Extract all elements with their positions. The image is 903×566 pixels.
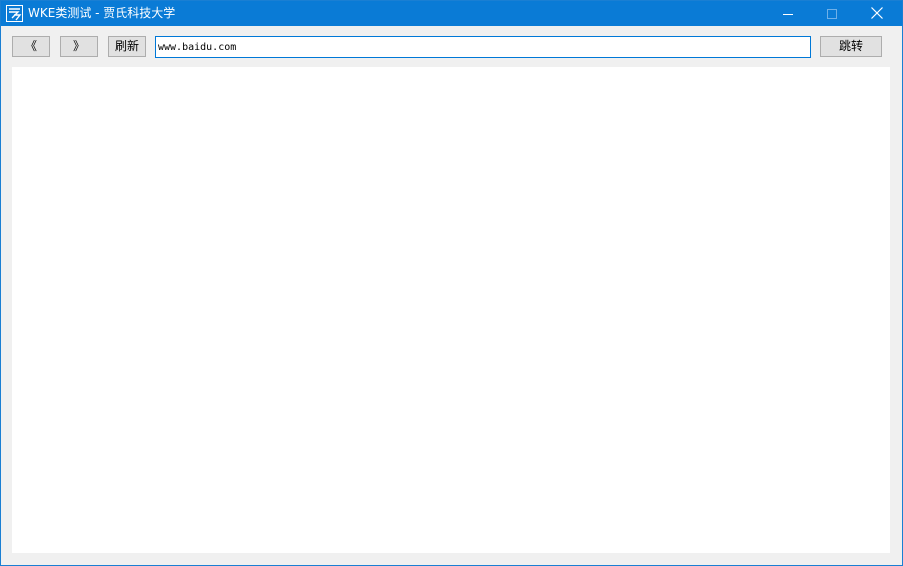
minimize-button[interactable] bbox=[765, 1, 811, 26]
back-button[interactable]: 《 bbox=[12, 36, 50, 57]
maximize-icon bbox=[827, 4, 837, 23]
window-title: WKE类测试 - 贾氏科技大学 bbox=[28, 6, 176, 20]
url-input[interactable] bbox=[155, 36, 811, 58]
go-button[interactable]: 跳转 bbox=[820, 36, 882, 57]
minimize-icon bbox=[783, 4, 793, 23]
app-window: WKE类测试 - 贾氏科技大学 《 》 刷新 www.baidu.com 跳转 bbox=[0, 0, 903, 566]
app-logo-icon bbox=[6, 5, 23, 22]
refresh-button[interactable]: 刷新 bbox=[108, 36, 146, 57]
maximize-button[interactable] bbox=[809, 1, 855, 26]
forward-button[interactable]: 》 bbox=[60, 36, 98, 57]
title-bar[interactable]: WKE类测试 - 贾氏科技大学 bbox=[1, 1, 902, 26]
close-button[interactable] bbox=[854, 1, 900, 26]
browser-view[interactable] bbox=[12, 67, 890, 553]
close-icon bbox=[871, 4, 883, 23]
